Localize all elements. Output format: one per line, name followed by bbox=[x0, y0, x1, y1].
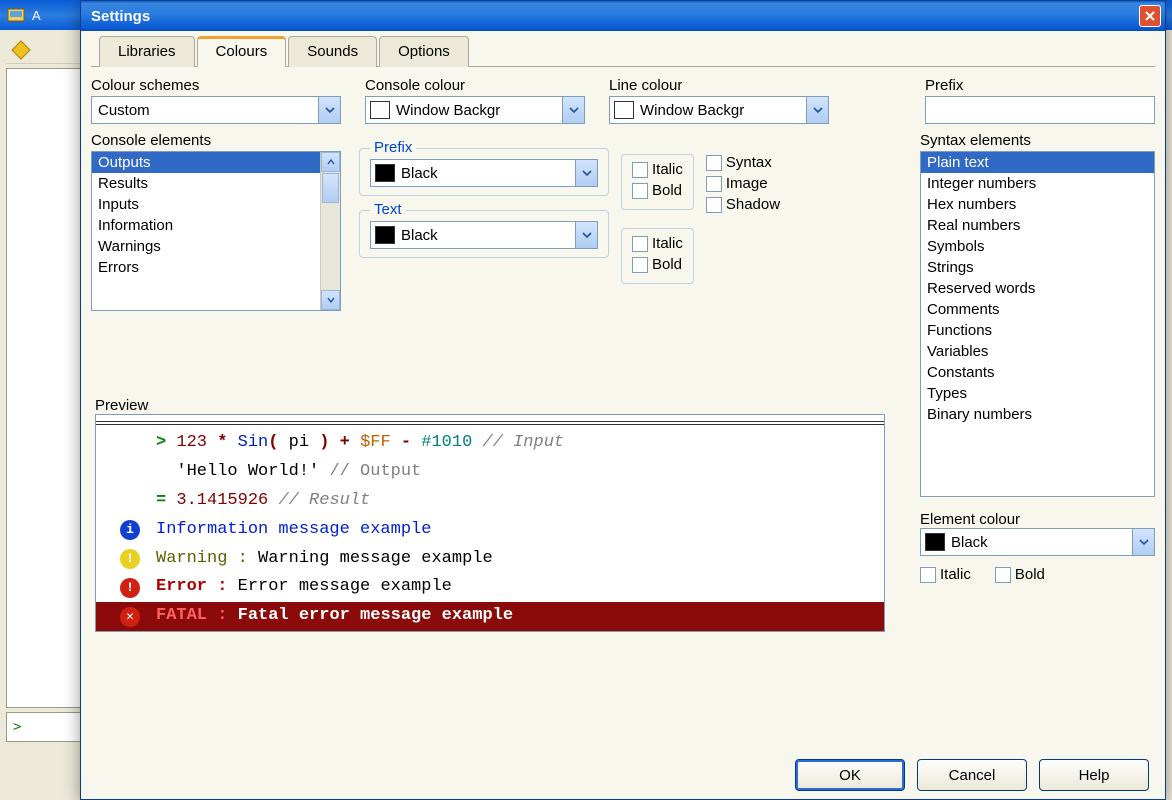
tab-libraries[interactable]: Libraries bbox=[99, 36, 195, 67]
preview-info-line: i Information message example bbox=[96, 516, 884, 545]
preview-result-line: = 3.1415926 // Result bbox=[96, 487, 884, 516]
colour-swatch-icon bbox=[375, 164, 395, 182]
element-colour-label: Element colour bbox=[920, 511, 1020, 528]
chevron-down-icon[interactable] bbox=[1132, 529, 1154, 555]
preview-box: > 123 * Sin ( pi ) + $FF - #1010 // Inpu… bbox=[95, 414, 885, 632]
list-item[interactable]: Strings bbox=[921, 257, 1154, 278]
console-colour-label: Console colour bbox=[365, 77, 585, 94]
help-button[interactable]: Help bbox=[1039, 759, 1149, 791]
console-colour-dropdown[interactable]: Window Backgr bbox=[365, 96, 585, 124]
element-italic-check: Italic bbox=[920, 566, 971, 583]
colour-swatch-icon bbox=[614, 101, 634, 119]
tab-sounds[interactable]: Sounds bbox=[288, 36, 377, 67]
list-item[interactable]: Warnings bbox=[92, 236, 320, 257]
tab-colours[interactable]: Colours bbox=[197, 36, 287, 67]
prefix-group: Prefix Black bbox=[359, 148, 609, 196]
image-check: Image bbox=[706, 175, 780, 192]
list-item[interactable]: Inputs bbox=[92, 194, 320, 215]
shadow-check: Shadow bbox=[706, 196, 780, 213]
text-bold-check: Bold bbox=[632, 256, 683, 273]
list-item[interactable]: Results bbox=[92, 173, 320, 194]
dialog-title: Settings bbox=[91, 8, 150, 25]
preview-input-line: > 123 * Sin ( pi ) + $FF - #1010 // Inpu… bbox=[96, 429, 884, 458]
scroll-thumb[interactable] bbox=[322, 173, 339, 203]
element-bold-check: Bold bbox=[995, 566, 1045, 583]
preview-error-line: ! Error : Error message example bbox=[96, 573, 884, 602]
prefix-bold-check: Bold bbox=[632, 182, 683, 199]
group-legend: Text bbox=[370, 201, 406, 218]
list-item[interactable]: Constants bbox=[921, 362, 1154, 383]
toolbar-icon[interactable] bbox=[10, 39, 32, 61]
list-item[interactable]: Plain text bbox=[921, 152, 1154, 173]
list-item[interactable]: Hex numbers bbox=[921, 194, 1154, 215]
chevron-down-icon[interactable] bbox=[318, 97, 340, 123]
scrollbar[interactable] bbox=[320, 152, 340, 310]
info-icon: i bbox=[120, 520, 140, 540]
scroll-down-icon[interactable] bbox=[321, 290, 340, 310]
list-item[interactable]: Symbols bbox=[921, 236, 1154, 257]
element-colour-dropdown[interactable]: Black bbox=[920, 528, 1155, 556]
tab-options[interactable]: Options bbox=[379, 36, 469, 67]
chevron-down-icon[interactable] bbox=[806, 97, 828, 123]
text-group: Text Black bbox=[359, 210, 609, 258]
scroll-up-icon[interactable] bbox=[321, 152, 340, 172]
text-colour-dropdown[interactable]: Black bbox=[370, 221, 598, 249]
list-item[interactable]: Information bbox=[92, 215, 320, 236]
chevron-down-icon[interactable] bbox=[562, 97, 584, 123]
prompt-char: > bbox=[13, 719, 21, 735]
colour-schemes-dropdown[interactable]: Custom bbox=[91, 96, 341, 124]
syntax-elements-listbox[interactable]: Plain text Integer numbers Hex numbers R… bbox=[920, 151, 1155, 497]
list-item[interactable]: Variables bbox=[921, 341, 1154, 362]
line-colour-dropdown[interactable]: Window Backgr bbox=[609, 96, 829, 124]
list-item[interactable]: Functions bbox=[921, 320, 1154, 341]
cancel-button[interactable]: Cancel bbox=[917, 759, 1027, 791]
list-item[interactable]: Reserved words bbox=[921, 278, 1154, 299]
prefix-input[interactable] bbox=[925, 96, 1155, 124]
group-legend: Prefix bbox=[370, 139, 416, 156]
prefix-colour-dropdown[interactable]: Black bbox=[370, 159, 598, 187]
dialog-titlebar: Settings bbox=[81, 1, 1165, 31]
preview-output-line: 'Hello World!' // Output bbox=[96, 458, 884, 487]
fatal-icon: ✕ bbox=[120, 607, 140, 627]
list-item[interactable]: Integer numbers bbox=[921, 173, 1154, 194]
console-elements-listbox[interactable]: Outputs Results Inputs Information Warni… bbox=[91, 151, 341, 311]
syntax-elements-label: Syntax elements bbox=[920, 132, 1155, 149]
syntax-check: Syntax bbox=[706, 154, 780, 171]
chevron-down-icon[interactable] bbox=[575, 160, 597, 186]
prefix-label: Prefix bbox=[925, 77, 1155, 94]
list-item[interactable]: Comments bbox=[921, 299, 1154, 320]
error-icon: ! bbox=[120, 578, 140, 598]
console-elements-label: Console elements bbox=[91, 132, 341, 149]
colour-schemes-label: Colour schemes bbox=[91, 77, 341, 94]
line-colour-label: Line colour bbox=[609, 77, 829, 94]
colour-swatch-icon bbox=[375, 226, 395, 244]
ok-button[interactable]: OK bbox=[795, 759, 905, 791]
colour-swatch-icon bbox=[925, 533, 945, 551]
settings-dialog: Settings Libraries Colours Sounds Option… bbox=[80, 0, 1166, 800]
preview-fatal-line: ✕ FATAL : Fatal error message example bbox=[96, 602, 884, 631]
preview-label: Preview bbox=[95, 397, 148, 414]
colour-swatch-icon bbox=[370, 101, 390, 119]
list-item[interactable]: Binary numbers bbox=[921, 404, 1154, 425]
text-italic-check: Italic bbox=[632, 235, 683, 252]
list-item[interactable]: Outputs bbox=[92, 152, 320, 173]
chevron-down-icon[interactable] bbox=[575, 222, 597, 248]
warning-icon: ! bbox=[120, 549, 140, 569]
list-item[interactable]: Errors bbox=[92, 257, 320, 278]
list-item[interactable]: Types bbox=[921, 383, 1154, 404]
prefix-italic-check: Italic bbox=[632, 161, 683, 178]
list-item[interactable]: Real numbers bbox=[921, 215, 1154, 236]
app-icon bbox=[6, 5, 26, 25]
tab-strip: Libraries Colours Sounds Options bbox=[91, 35, 1155, 67]
close-button[interactable] bbox=[1139, 5, 1161, 27]
parent-title: A bbox=[32, 8, 41, 23]
preview-warn-line: ! Warning : Warning message example bbox=[96, 545, 884, 574]
